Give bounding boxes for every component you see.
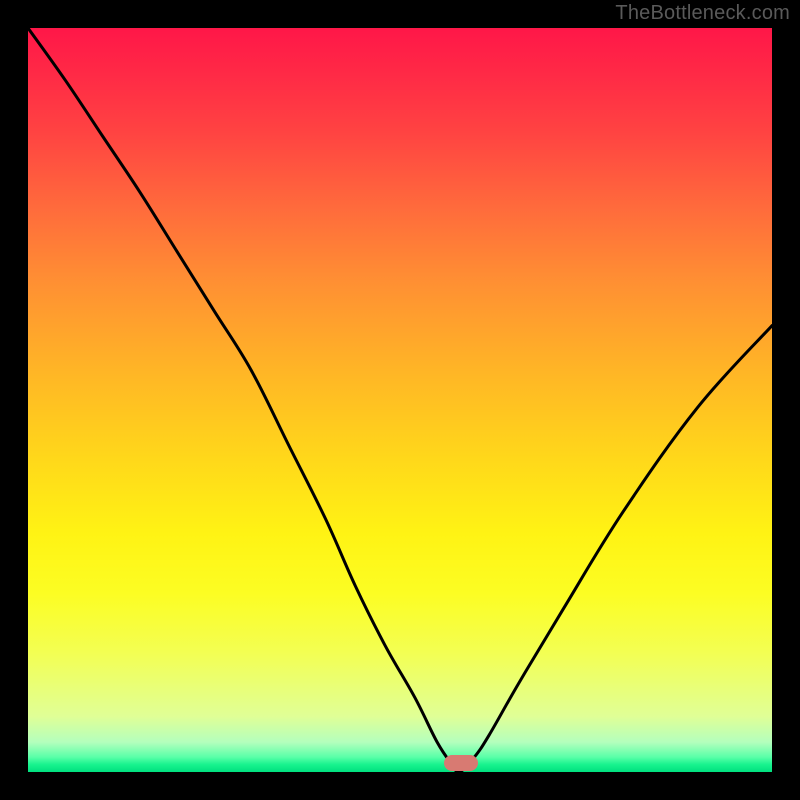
plot-area (28, 28, 772, 772)
attribution-label: TheBottleneck.com (615, 2, 790, 25)
chart-container: TheBottleneck.com (0, 0, 800, 800)
bottleneck-curve (28, 28, 772, 772)
optimum-marker (444, 755, 478, 771)
curve-path (28, 28, 772, 772)
